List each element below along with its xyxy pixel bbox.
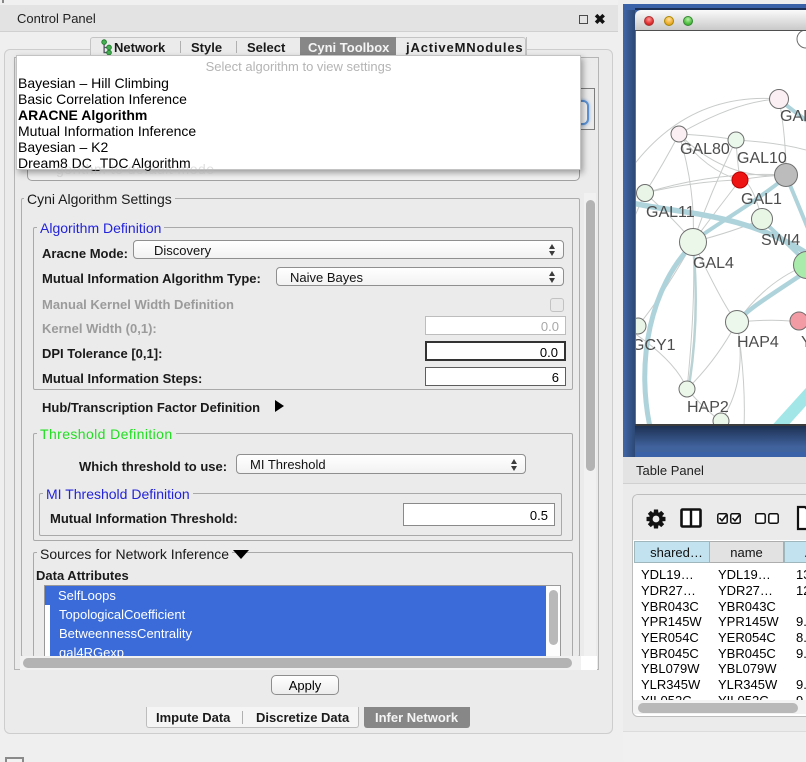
svg-text:GAL: GAL <box>780 108 806 125</box>
svg-text:Y: Y <box>801 334 806 351</box>
svg-text:GAL1: GAL1 <box>741 191 782 208</box>
svg-text:GAL10: GAL10 <box>737 150 787 167</box>
svg-text:HAP4: HAP4 <box>737 334 779 351</box>
svg-text:GAL11: GAL11 <box>646 204 695 221</box>
svg-text:GAL4: GAL4 <box>693 255 734 272</box>
svg-text:GCY1: GCY1 <box>636 337 676 354</box>
svg-text:GAL80: GAL80 <box>680 141 730 158</box>
svg-text:SWI4: SWI4 <box>761 232 800 249</box>
svg-text:HAP2: HAP2 <box>687 399 729 416</box>
